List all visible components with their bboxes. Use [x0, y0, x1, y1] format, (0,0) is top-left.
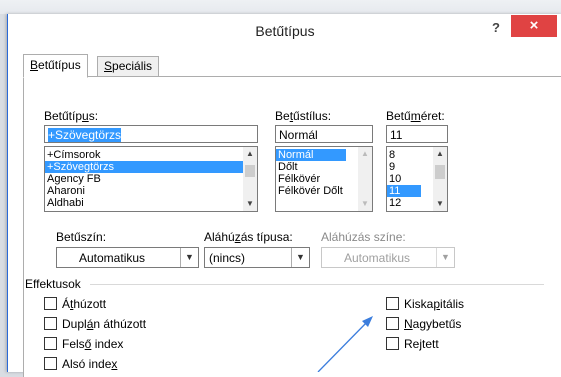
- tab-font[interactable]: Betűtípus: [23, 54, 88, 78]
- arrow-line: [317, 319, 370, 372]
